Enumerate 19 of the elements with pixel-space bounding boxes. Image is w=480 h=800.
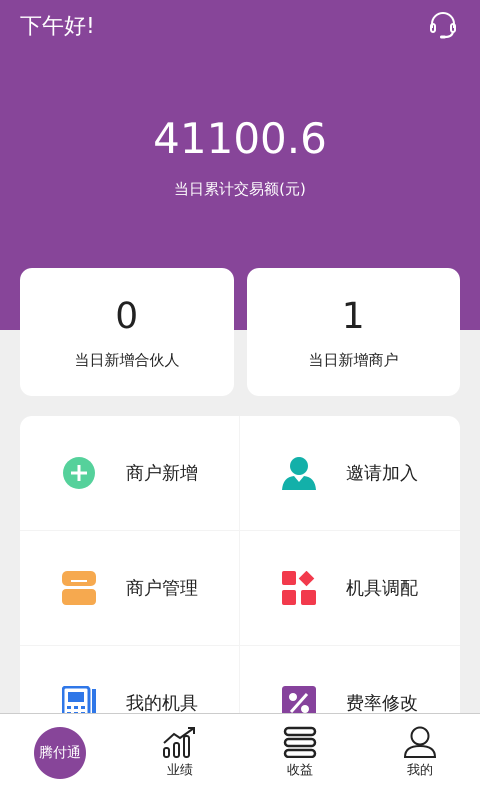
stack-icon [283, 726, 317, 758]
menu-item[interactable]: 商户管理 [20, 531, 240, 646]
nav-tab[interactable]: 我的 [360, 714, 480, 800]
menu-item[interactable]: 商户新增 [20, 416, 240, 531]
menu-item[interactable]: 邀请加入 [240, 416, 460, 531]
headset-icon[interactable] [428, 12, 458, 40]
amount-label: 当日累计交易额(元) [174, 180, 306, 199]
amount-value: 41100.6 [153, 114, 327, 164]
logo-button[interactable]: 腾付通 [34, 727, 86, 779]
nav-tab[interactable]: 收益 [240, 714, 360, 800]
stat-value: 1 [342, 294, 365, 338]
user-icon [403, 726, 437, 758]
nav-tab[interactable]: 业绩 [120, 714, 240, 800]
stat-label: 当日新增商户 [308, 350, 398, 370]
stat-value: 0 [115, 294, 138, 338]
greeting: 下午好! [20, 13, 95, 41]
menu-item[interactable]: 机具调配 [240, 531, 460, 646]
bar-chart-icon [163, 726, 197, 758]
stat-label: 当日新增合伙人 [74, 350, 180, 370]
